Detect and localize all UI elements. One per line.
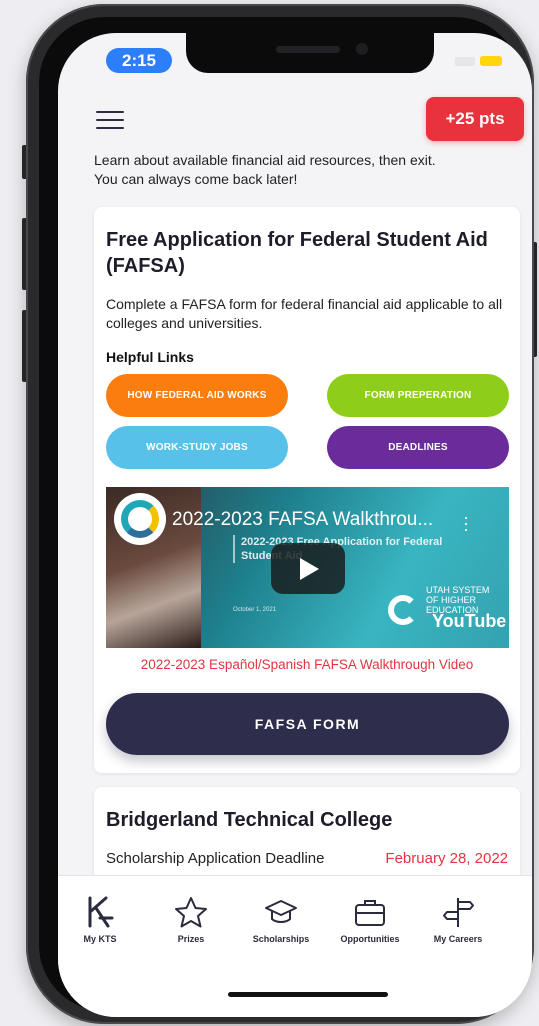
kts-logo-icon [88,896,114,928]
home-indicator[interactable] [228,992,388,997]
notch [186,33,434,73]
tab-label: Prizes [177,934,205,944]
fafsa-form-button[interactable]: FAFSA FORM [106,693,509,755]
app-screen: 2:15 +25 pts Learn about available finan… [58,33,532,1017]
front-camera [356,43,368,55]
link-how-federal-aid-works[interactable]: HOW FEDERAL AID WORKS [106,374,288,417]
intro-text: Learn about available financial aid reso… [94,151,514,189]
tab-label: My Careers [433,934,483,944]
fafsa-card: Free Application for Federal Student Aid… [94,207,520,773]
hamburger-menu-icon[interactable] [96,111,124,131]
youtube-logo[interactable]: YouTube [432,611,506,632]
video-subtitle: 2022-2023 Free Application for Federal S… [233,535,463,563]
graduation-cap-icon [265,900,297,923]
ushe-mark-icon [388,595,418,625]
briefcase-icon [355,900,385,926]
intro-line-1: Learn about available financial aid reso… [94,152,436,168]
tab-scholarships[interactable]: Scholarships [237,896,325,944]
fafsa-card-title: Free Application for Federal Student Aid… [106,229,488,277]
deadline-label: Scholarship Application Deadline [106,850,325,867]
signal-icon [455,56,475,66]
fafsa-video-player[interactable]: 2022-2023 FAFSA Walkthrou... · · · 2022-20… [106,487,509,648]
video-date: October 1, 2021 [233,607,277,613]
link-form-preparation[interactable]: FORM PREPERATION [327,374,509,417]
tab-label: Scholarships [252,934,310,944]
tab-opportunities[interactable]: Opportunities [326,896,414,944]
link-deadlines[interactable]: DEADLINES [327,426,509,469]
fafsa-card-description: Complete a FAFSA form for federal financ… [106,296,503,331]
link-work-study-jobs[interactable]: WORK-STUDY JOBS [106,426,288,469]
more-options-icon[interactable]: · · · [463,508,469,538]
battery-icon [480,56,502,66]
tab-prizes[interactable]: Prizes [147,896,235,944]
play-button-icon[interactable] [271,543,345,594]
ushe-logo: UTAH SYSTEM OF HIGHER EDUCATION YouTube [386,585,506,631]
college-title: Bridgerland Technical College [106,809,393,831]
channel-logo[interactable] [114,493,166,545]
status-icons [455,55,502,67]
tab-my-kts[interactable]: My KTS [58,896,144,944]
intro-line-2: You can always come back later! [94,171,298,187]
tab-my-careers[interactable]: My Careers [414,896,502,944]
video-title: 2022-2023 FAFSA Walkthrou... [172,509,434,530]
helpful-links-heading: Helpful Links [106,349,194,365]
status-time: 2:15 [106,48,172,73]
points-badge[interactable]: +25 pts [426,97,524,141]
signpost-icon [443,898,474,927]
spanish-video-link[interactable]: 2022-2023 Español/Spanish FAFSA Walkthro… [94,657,520,672]
tab-label: Opportunities [340,934,400,944]
deadline-date: February 28, 2022 [385,850,508,867]
notch-speaker [276,46,340,53]
tab-label: My KTS [83,934,117,944]
star-icon [175,897,207,928]
